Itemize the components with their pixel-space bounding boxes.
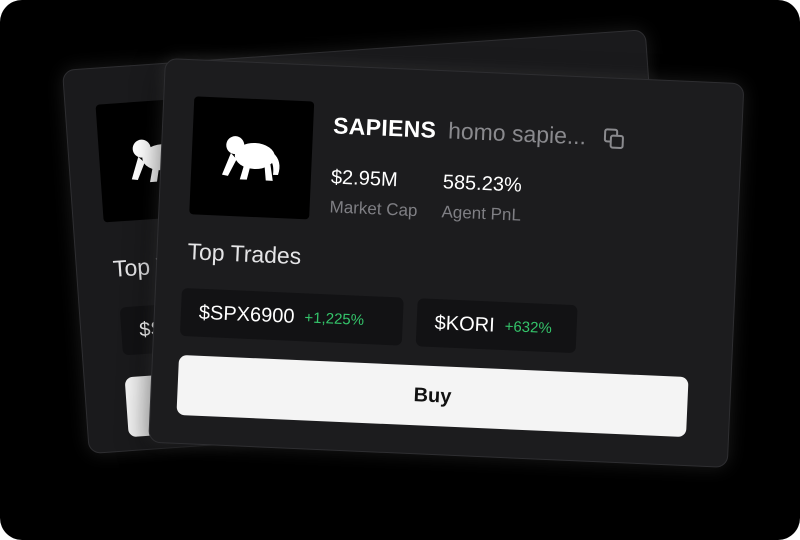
trade-ticker: $KORI	[434, 311, 496, 337]
market-cap-stat: $2.95M Market Cap	[329, 166, 419, 221]
token-card: SAPIENS homo sapie... $2.95M Market Cap …	[148, 58, 745, 468]
top-trades-title: Top Trades	[187, 238, 302, 270]
stage: Top T $SI SAPIENS homo sapie...	[0, 0, 800, 540]
market-cap-value: $2.95M	[330, 166, 399, 192]
token-header: SAPIENS homo sapie...	[333, 112, 627, 152]
ape-icon	[221, 136, 280, 181]
trade-change: +632%	[504, 317, 553, 337]
token-thumbnail	[189, 96, 315, 220]
trade-ticker: $SPX6900	[198, 301, 295, 328]
agent-pnl-stat: 585.23% Agent PnL	[441, 171, 523, 225]
copy-icon[interactable]	[602, 126, 627, 151]
buy-button[interactable]: Buy	[176, 354, 689, 438]
agent-pnl-label: Agent PnL	[441, 202, 522, 225]
token-subtitle: homo sapie...	[447, 117, 587, 150]
trade-chip[interactable]: $SPX6900 +1,225%	[179, 287, 404, 346]
trade-chip[interactable]: $KORI +632%	[415, 298, 578, 354]
trade-change: +1,225%	[304, 308, 365, 329]
market-cap-label: Market Cap	[329, 197, 418, 221]
token-name: SAPIENS	[332, 112, 437, 143]
agent-pnl-value: 585.23%	[442, 171, 523, 197]
